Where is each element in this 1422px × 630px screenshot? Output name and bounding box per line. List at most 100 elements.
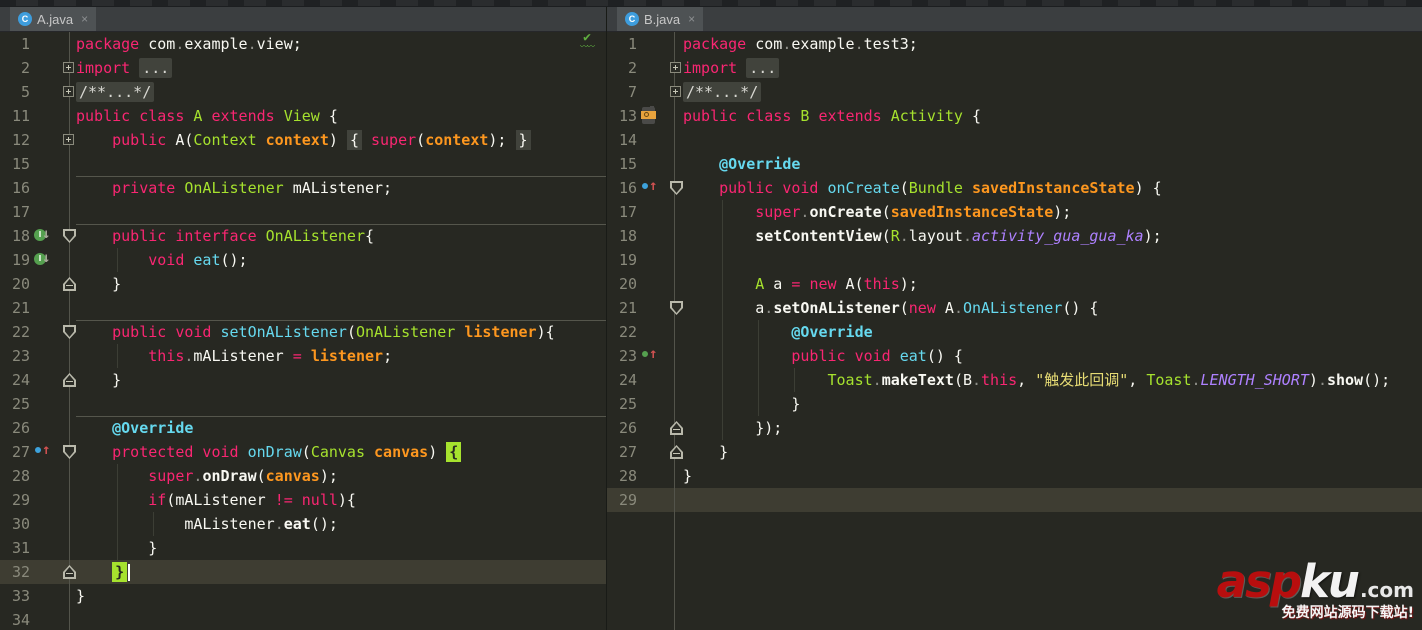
tab-close-icon[interactable]: × bbox=[81, 12, 88, 26]
code-line[interactable]: 25 } bbox=[607, 392, 1422, 416]
code-line[interactable]: 11 public class A extends View { bbox=[0, 104, 606, 128]
fold-start-marker[interactable] bbox=[670, 181, 683, 195]
gutter[interactable]: 18 I ↓ bbox=[0, 224, 76, 248]
gutter[interactable]: 25 bbox=[607, 392, 683, 416]
gutter[interactable]: 16 bbox=[0, 176, 76, 200]
code-line[interactable]: 1 package com.example.test3; bbox=[607, 32, 1422, 56]
fold-start-marker[interactable] bbox=[63, 325, 76, 339]
gutter[interactable]: 14 bbox=[607, 128, 683, 152]
gutter[interactable]: 23 bbox=[0, 344, 76, 368]
gutter[interactable]: 27 bbox=[607, 440, 683, 464]
gutter[interactable]: 24 bbox=[0, 368, 76, 392]
code-line[interactable]: 26 @Override bbox=[0, 416, 606, 440]
code-line[interactable]: 7 /**...*/ bbox=[607, 80, 1422, 104]
fold-expand-marker[interactable] bbox=[63, 133, 74, 145]
fold-start-marker[interactable] bbox=[63, 229, 76, 243]
gutter[interactable]: 29 bbox=[607, 488, 683, 512]
code-line[interactable]: 25 bbox=[0, 392, 606, 416]
code-line[interactable]: 22 @Override bbox=[607, 320, 1422, 344]
code-line[interactable]: 22 public void setOnAListener(OnAListene… bbox=[0, 320, 606, 344]
code-editor-b[interactable]: 1 package com.example.test3; 2 import ... 7/… bbox=[607, 32, 1422, 630]
gutter[interactable]: 2 bbox=[0, 56, 76, 80]
code-line[interactable]: 26 }); bbox=[607, 416, 1422, 440]
gutter[interactable]: 15 bbox=[607, 152, 683, 176]
gutter[interactable]: 21 bbox=[607, 296, 683, 320]
fold-expand-marker[interactable] bbox=[670, 85, 681, 97]
gutter[interactable]: 1 bbox=[607, 32, 683, 56]
fold-expand-marker[interactable] bbox=[670, 61, 681, 73]
code-line[interactable]: 30 mAListener.eat(); bbox=[0, 512, 606, 536]
gutter[interactable]: 33 bbox=[0, 584, 76, 608]
gutter[interactable]: 7 bbox=[607, 80, 683, 104]
gutter[interactable]: 5 bbox=[0, 80, 76, 104]
gutter[interactable]: 28 bbox=[607, 464, 683, 488]
fold-end-marker[interactable] bbox=[670, 445, 683, 459]
gutter[interactable]: 17 bbox=[607, 200, 683, 224]
code-line[interactable]: 34 bbox=[0, 608, 606, 630]
code-line[interactable]: 23 this.mAListener = listener; bbox=[0, 344, 606, 368]
fold-end-marker[interactable] bbox=[670, 421, 683, 435]
gutter[interactable]: 24 bbox=[607, 368, 683, 392]
tab-a-java[interactable]: C A.java × bbox=[10, 7, 97, 31]
gutter[interactable]: 29 bbox=[0, 488, 76, 512]
gutter[interactable]: 20 bbox=[0, 272, 76, 296]
fold-start-marker[interactable] bbox=[63, 445, 76, 459]
code-line[interactable]: 18 I ↓ public interface OnAListener{ bbox=[0, 224, 606, 248]
gutter[interactable]: 22 bbox=[0, 320, 76, 344]
code-line[interactable]: 33} bbox=[0, 584, 606, 608]
code-line[interactable]: 19 I ↓ void eat(); bbox=[0, 248, 606, 272]
implemented-marker-icon[interactable]: I ↓ bbox=[34, 250, 52, 269]
code-line[interactable]: 27 } bbox=[607, 440, 1422, 464]
code-line[interactable]: 14 bbox=[607, 128, 1422, 152]
gutter[interactable]: 2 bbox=[607, 56, 683, 80]
gutter[interactable]: 27 ↑ bbox=[0, 440, 76, 464]
gutter[interactable]: 31 bbox=[0, 536, 76, 560]
related-layout-icon[interactable] bbox=[641, 106, 659, 125]
gutter[interactable]: 21 bbox=[0, 296, 76, 320]
gutter[interactable]: 18 bbox=[607, 224, 683, 248]
implemented-marker-icon[interactable]: I ↓ bbox=[34, 226, 52, 245]
code-line[interactable]: 12 public A(Context context) { super(con… bbox=[0, 128, 606, 152]
gutter[interactable]: 13 bbox=[607, 104, 683, 128]
gutter[interactable]: 17 bbox=[0, 200, 76, 224]
gutter[interactable]: 25 bbox=[0, 392, 76, 416]
code-line[interactable]: 13 public class B extends Activity { bbox=[607, 104, 1422, 128]
gutter[interactable]: 12 bbox=[0, 128, 76, 152]
gutter[interactable]: 1 bbox=[0, 32, 76, 56]
code-editor-a[interactable]: ✔ 〰〰 1 package com.example.view; 2 import ..… bbox=[0, 32, 606, 630]
code-line[interactable]: 15 @Override bbox=[607, 152, 1422, 176]
code-line[interactable]: 29 if(mAListener != null){ bbox=[0, 488, 606, 512]
code-line[interactable]: 5 /**...*/ bbox=[0, 80, 606, 104]
gutter[interactable]: 26 bbox=[0, 416, 76, 440]
fold-end-marker[interactable] bbox=[63, 373, 76, 387]
code-line[interactable]: 1 package com.example.view; bbox=[0, 32, 606, 56]
code-line[interactable]: 2 import ... bbox=[0, 56, 606, 80]
code-line[interactable]: 17 bbox=[0, 200, 606, 224]
gutter[interactable]: 26 bbox=[607, 416, 683, 440]
code-line[interactable]: 28} bbox=[607, 464, 1422, 488]
code-line[interactable]: 31 } bbox=[0, 536, 606, 560]
tab-close-icon[interactable]: × bbox=[688, 12, 695, 26]
gutter[interactable]: 19 I ↓ bbox=[0, 248, 76, 272]
code-line[interactable]: 19 bbox=[607, 248, 1422, 272]
gutter[interactable]: 16 ↑ bbox=[607, 176, 683, 200]
gutter[interactable]: 28 bbox=[0, 464, 76, 488]
overrides-marker-icon[interactable]: ↑ bbox=[641, 178, 659, 197]
inspection-ok-icon[interactable]: ✔ 〰〰 bbox=[580, 32, 595, 51]
code-line[interactable]: 18 setContentView(R.layout.activity_gua_… bbox=[607, 224, 1422, 248]
code-line[interactable]: 27 ↑ protected void onDraw(Canvas canvas)… bbox=[0, 440, 606, 464]
gutter[interactable]: 22 bbox=[607, 320, 683, 344]
code-line[interactable]: 23 ↑ public void eat() { bbox=[607, 344, 1422, 368]
code-line[interactable]: 21 bbox=[0, 296, 606, 320]
code-line[interactable]: 15 bbox=[0, 152, 606, 176]
fold-end-marker[interactable] bbox=[63, 277, 76, 291]
code-line[interactable]: 24 Toast.makeText(B.this, "触发此回调", Toast… bbox=[607, 368, 1422, 392]
code-line[interactable]: 17 super.onCreate(savedInstanceState); bbox=[607, 200, 1422, 224]
code-line[interactable]: 21 a.setOnAListener(new A.OnAListener() … bbox=[607, 296, 1422, 320]
fold-end-marker[interactable] bbox=[63, 565, 76, 579]
code-line[interactable]: 20 A a = new A(this); bbox=[607, 272, 1422, 296]
code-line[interactable]: 28 super.onDraw(canvas); bbox=[0, 464, 606, 488]
code-line[interactable]: 32 } bbox=[0, 560, 606, 584]
gutter[interactable]: 23 ↑ bbox=[607, 344, 683, 368]
code-line[interactable]: 24 } bbox=[0, 368, 606, 392]
